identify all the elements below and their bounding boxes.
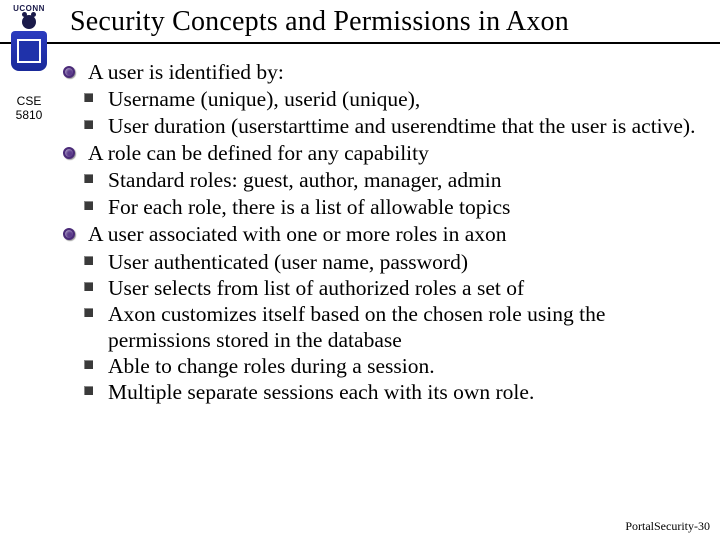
bullet-level2: User selects from list of authorized rol… [60,276,708,301]
sub-bullet-text: Able to change roles during a session. [96,354,708,379]
bullet-level1: A user associated with one or more roles… [60,222,708,247]
bullet-text: A role can be defined for any capability [78,141,708,166]
bullet-level1: A user is identified by: [60,60,708,85]
sub-bullet-text: User duration (userstarttime and userend… [96,114,708,139]
course-number: 5810 [6,109,52,123]
course-label: CSE 5810 [6,95,52,123]
square-bullet-icon [80,168,96,183]
square-bullet-icon [80,276,96,291]
square-bullet-icon [80,195,96,210]
circle-bullet-icon [60,141,78,159]
slide-footer: PortalSecurity-30 [625,519,710,534]
bullet-level2: Standard roles: guest, author, manager, … [60,168,708,193]
sub-bullet-text: User authenticated (user name, password) [96,250,708,275]
title-bar: Security Concepts and Permissions in Axo… [0,0,720,44]
husky-paw-icon [22,15,36,29]
bullet-level2: User authenticated (user name, password) [60,250,708,275]
square-bullet-icon [80,354,96,369]
sub-bullet-text: Standard roles: guest, author, manager, … [96,168,708,193]
institution-logo: UCONN [6,4,52,71]
sub-bullet-text: Username (unique), userid (unique), [96,87,708,112]
bullet-level2: Username (unique), userid (unique), [60,87,708,112]
circle-bullet-icon [60,60,78,78]
bullet-level2: User duration (userstarttime and userend… [60,114,708,139]
bullet-level2: For each role, there is a list of allowa… [60,195,708,220]
square-bullet-icon [80,250,96,265]
circle-bullet-icon [60,222,78,240]
square-bullet-icon [80,87,96,102]
uconn-wordmark: UCONN [6,4,52,13]
square-bullet-icon [80,380,96,395]
bullet-level2: Axon customizes itself based on the chos… [60,302,708,353]
sub-bullet-text: Multiple separate sessions each with its… [96,380,708,405]
bullet-text: A user associated with one or more roles… [78,222,708,247]
sub-bullet-text: User selects from list of authorized rol… [96,276,708,301]
shield-icon [11,31,47,71]
bullet-level1: A role can be defined for any capability [60,141,708,166]
slide-body: A user is identified by: Username (uniqu… [60,58,708,407]
bullet-text: A user is identified by: [78,60,708,85]
square-bullet-icon [80,302,96,317]
bullet-level2: Multiple separate sessions each with its… [60,380,708,405]
slide-title: Security Concepts and Permissions in Axo… [70,6,712,38]
slide: UCONN Security Concepts and Permissions … [0,0,720,540]
bullet-level2: Able to change roles during a session. [60,354,708,379]
square-bullet-icon [80,114,96,129]
course-dept: CSE [6,95,52,109]
sub-bullet-text: For each role, there is a list of allowa… [96,195,708,220]
sub-bullet-text: Axon customizes itself based on the chos… [96,302,708,353]
